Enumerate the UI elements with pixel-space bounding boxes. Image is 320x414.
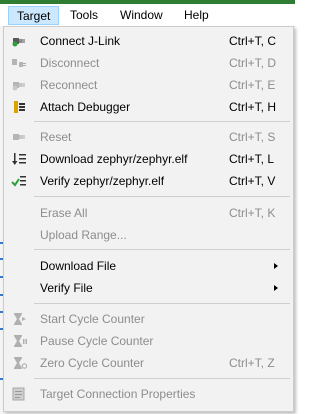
menu-item-label: Reconnect <box>40 78 98 92</box>
connect-plug-icon <box>12 38 25 47</box>
target-menu-dropdown: Connect J-Link Ctrl+T, C Disconnect Ctrl… <box>3 26 294 412</box>
menu-item-label: Verify zephyr/zephyr.elf <box>40 174 165 188</box>
menu-item-zero-cycle-counter[interactable]: Zero Cycle Counter Ctrl+T, Z <box>4 352 293 374</box>
menu-item-shortcut: Ctrl+T, V <box>229 174 276 188</box>
menu-item-label: Zero Cycle Counter <box>40 356 145 370</box>
hourglass-pause-icon <box>14 335 27 347</box>
menu-bar: Target Tools Window Help <box>0 0 295 27</box>
menu-item-label: Erase All <box>40 206 88 220</box>
menu-separator <box>34 196 290 197</box>
verify-check-icon <box>11 176 26 187</box>
menu-help[interactable]: Help <box>176 6 217 25</box>
disconnect-plug-icon <box>12 59 26 67</box>
window-top-strip <box>0 0 295 4</box>
menu-item-download-file[interactable]: Download File <box>4 255 293 277</box>
menu-item-reset[interactable]: Reset Ctrl+T, S <box>4 126 293 148</box>
menu-item-shortcut: Ctrl+T, L <box>229 152 275 166</box>
menu-item-label: Upload Range... <box>40 228 127 242</box>
properties-icon <box>12 387 25 401</box>
menu-separator <box>34 121 290 122</box>
reconnect-plug-icon <box>12 82 25 91</box>
menu-item-verify-elf[interactable]: Verify zephyr/zephyr.elf Ctrl+T, V <box>4 170 293 192</box>
menu-item-upload-range[interactable]: Upload Range... <box>4 224 293 246</box>
menu-item-erase-all[interactable]: Erase All Ctrl+T, K <box>4 202 293 224</box>
menu-item-shortcut: Ctrl+T, E <box>229 78 276 92</box>
menu-item-reconnect[interactable]: Reconnect Ctrl+T, E <box>4 74 293 96</box>
menu-item-label: Download File <box>40 259 117 273</box>
menu-item-attach-debugger[interactable]: Attach Debugger Ctrl+T, H <box>4 96 293 118</box>
menu-item-shortcut: Ctrl+T, Z <box>229 356 275 370</box>
menu-separator <box>34 249 290 250</box>
menu-item-label: Target Connection Properties <box>40 387 196 401</box>
menu-tools[interactable]: Tools <box>62 6 106 25</box>
menu-item-label: Verify File <box>40 281 93 295</box>
menu-item-label: Attach Debugger <box>40 100 131 114</box>
menu-item-shortcut: Ctrl+T, C <box>229 34 277 48</box>
menu-item-shortcut: Ctrl+T, K <box>229 206 276 220</box>
menu-item-label: Download zephyr/zephyr.elf <box>40 152 188 166</box>
hourglass-zero-icon <box>14 357 27 369</box>
menu-item-connect-jlink[interactable]: Connect J-Link Ctrl+T, C <box>4 30 293 52</box>
menu-item-disconnect[interactable]: Disconnect Ctrl+T, D <box>4 52 293 74</box>
menu-separator <box>34 303 290 304</box>
menu-item-start-cycle-counter[interactable]: Start Cycle Counter <box>4 308 293 330</box>
menu-item-label: Pause Cycle Counter <box>40 334 154 348</box>
menu-item-download-elf[interactable]: Download zephyr/zephyr.elf Ctrl+T, L <box>4 148 293 170</box>
menu-item-shortcut: Ctrl+T, H <box>229 100 277 114</box>
menu-item-label: Disconnect <box>40 56 100 70</box>
menu-target[interactable]: Target <box>8 6 60 25</box>
menu-item-label: Reset <box>40 130 72 144</box>
attach-debugger-icon <box>14 101 25 113</box>
menu-window[interactable]: Window <box>112 6 171 25</box>
download-icon <box>12 153 26 165</box>
menu-item-pause-cycle-counter[interactable]: Pause Cycle Counter <box>4 330 293 352</box>
menu-item-shortcut: Ctrl+T, S <box>229 130 276 144</box>
menu-item-label: Connect J-Link <box>40 34 121 48</box>
menu-item-verify-file[interactable]: Verify File <box>4 277 293 299</box>
menu-item-label: Start Cycle Counter <box>40 312 145 326</box>
menu-item-target-connection-properties[interactable]: Target Connection Properties <box>4 383 293 405</box>
hourglass-start-icon <box>14 313 26 325</box>
menu-separator <box>34 378 290 379</box>
submenu-arrow-icon <box>274 263 278 269</box>
menu-item-shortcut: Ctrl+T, D <box>229 56 277 70</box>
submenu-arrow-icon <box>274 285 278 291</box>
reset-icon <box>13 134 25 140</box>
